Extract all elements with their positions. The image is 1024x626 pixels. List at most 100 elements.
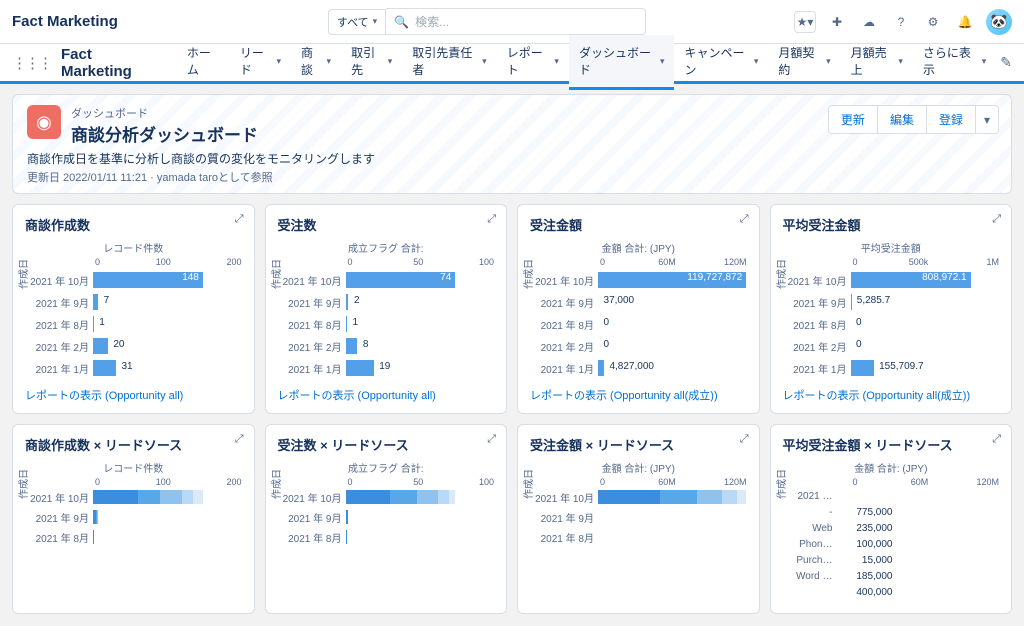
bar-row: 2021 年 8月1 xyxy=(25,313,242,335)
expand-icon[interactable]: ⤢ xyxy=(740,213,749,226)
stacked-row: 2021 年 8月 xyxy=(278,527,495,547)
dashboard-description: 商談作成日を基準に分析し商談の質の変化をモニタリングします xyxy=(27,150,997,167)
bar-row: 2021 年 10月148 xyxy=(25,269,242,291)
dashboard-card-c6: 受注数 × リードソース⤢成立フラグ 合計:050100作成日2021 年 10… xyxy=(265,424,508,614)
card-title: 受注数 × リードソース xyxy=(278,435,495,454)
expand-icon[interactable]: ⤢ xyxy=(487,213,496,226)
dashboard-card-c1: 商談作成数⤢レコード件数0100200作成日2021 年 10月1482021 … xyxy=(12,204,255,414)
favorite-icon[interactable]: ★▾ xyxy=(794,11,816,33)
dashboard-header: ◉ ダッシュボード 商談分析ダッシュボード 商談作成日を基準に分析し商談の質の変… xyxy=(12,94,1012,194)
nav-tab-1[interactable]: リード▾ xyxy=(230,35,291,90)
bar-row: 2021 年 1月155,709.7 xyxy=(783,357,1000,379)
chevron-down-icon: ▾ xyxy=(826,56,831,67)
card-title: 受注金額 xyxy=(530,215,747,234)
view-report-link[interactable]: レポートの表示 (Opportunity all) xyxy=(278,387,436,403)
bar-row: 2021 年 2月0 xyxy=(783,335,1000,357)
bar-row: 2021 年 10月119,727,872 xyxy=(530,269,747,291)
bar-row: 2021 年 8月1 xyxy=(278,313,495,335)
user-avatar[interactable]: 🐼 xyxy=(986,9,1012,35)
notification-bell-icon[interactable]: 🔔 xyxy=(954,11,976,33)
salesforce-icon[interactable]: ☁ xyxy=(858,11,880,33)
bar-row: 2021 年 10月808,972.1 xyxy=(783,269,1000,291)
expand-icon[interactable]: ⤢ xyxy=(740,433,749,446)
card-title: 平均受注金額 xyxy=(783,215,1000,234)
dashboard-icon: ◉ xyxy=(27,105,61,139)
bar-row: 2021 年 1月19 xyxy=(278,357,495,379)
bar-row: 2021 年 2月8 xyxy=(278,335,495,357)
expand-icon[interactable]: ⤢ xyxy=(992,433,1001,446)
chevron-down-icon: ▾ xyxy=(276,56,281,67)
expand-icon[interactable]: ⤢ xyxy=(235,213,244,226)
nav-tab-8[interactable]: 月額契約▾ xyxy=(768,35,840,90)
card-title: 受注数 xyxy=(278,215,495,234)
dashboard-card-c5: 商談作成数 × リードソース⤢レコード件数0100200作成日2021 年 10… xyxy=(12,424,255,614)
dashboard-card-c8: 平均受注金額 × リードソース⤢金額 合計: (JPY)060M120M作成日2… xyxy=(770,424,1013,614)
nav-tab-9[interactable]: 月額売上▾ xyxy=(841,35,913,90)
nav-tab-5[interactable]: レポート▾ xyxy=(497,35,569,90)
nav-tab-4[interactable]: 取引先責任者▾ xyxy=(402,35,496,90)
chevron-down-icon: ▾ xyxy=(482,56,487,67)
view-report-link[interactable]: レポートの表示 (Opportunity all) xyxy=(25,387,183,403)
edit-pencil-icon[interactable]: ✎ xyxy=(1000,54,1012,71)
app-launcher-icon[interactable]: ⋮⋮⋮ xyxy=(12,54,51,72)
chevron-down-icon: ▾ xyxy=(554,56,559,67)
nav-tab-10[interactable]: さらに表示▾ xyxy=(913,35,996,90)
stacked-row: 2021 年 10月 xyxy=(530,487,747,507)
expand-icon[interactable]: ⤢ xyxy=(235,433,244,446)
card-title: 商談作成数 × リードソース xyxy=(25,435,242,454)
stacked-row: 2021 年 10月 xyxy=(25,487,242,507)
chevron-down-icon: ▾ xyxy=(754,56,759,67)
app-nav: ⋮⋮⋮ Fact Marketing ホームリード▾商談▾取引先▾取引先責任者▾… xyxy=(0,44,1024,84)
card-title: 商談作成数 xyxy=(25,215,242,234)
nav-tab-0[interactable]: ホーム xyxy=(177,35,230,90)
refresh-button[interactable]: 更新 xyxy=(829,106,878,133)
bar-row: 2021 年 9月7 xyxy=(25,291,242,313)
bar-row: 2021 年 8月0 xyxy=(783,313,1000,335)
expand-icon[interactable]: ⤢ xyxy=(487,433,496,446)
global-search-input[interactable]: 🔍 検索... xyxy=(386,8,646,35)
search-scope-dropdown[interactable]: すべて xyxy=(328,9,386,35)
org-name: Fact Marketing xyxy=(12,13,118,30)
stacked-row: 2021 年 9月 xyxy=(278,507,495,527)
card-title: 受注金額 × リードソース xyxy=(530,435,747,454)
stacked-row: 2021 年 9月 xyxy=(25,507,242,527)
add-icon[interactable]: ✚ xyxy=(826,11,848,33)
nav-tab-6[interactable]: ダッシュボード▾ xyxy=(569,35,675,90)
chevron-down-icon: ▾ xyxy=(898,56,903,67)
more-actions-button[interactable]: ▾ xyxy=(976,106,998,133)
nav-tab-3[interactable]: 取引先▾ xyxy=(341,35,402,90)
bar-row: 2021 年 10月74 xyxy=(278,269,495,291)
chevron-down-icon: ▾ xyxy=(327,56,332,67)
dashboard-card-c2: 受注数⤢成立フラグ 合計:050100作成日2021 年 10月742021 年… xyxy=(265,204,508,414)
bar-row: 2021 年 2月20 xyxy=(25,335,242,357)
bar-row: 2021 年 9月2 xyxy=(278,291,495,313)
header-subtype: ダッシュボード xyxy=(71,105,258,121)
bar-row: 2021 年 1月4,827,000 xyxy=(530,357,747,379)
view-report-link[interactable]: レポートの表示 (Opportunity all(成立)) xyxy=(783,387,971,403)
stacked-row: 2021 年 8月 xyxy=(530,527,747,547)
setup-gear-icon[interactable]: ⚙ xyxy=(922,11,944,33)
dashboard-actions: 更新 編集 登録 ▾ xyxy=(828,105,999,134)
nav-tab-7[interactable]: キャンペーン▾ xyxy=(674,35,768,90)
header-utility-icons: ★▾ ✚ ☁ ? ⚙ 🔔 🐼 xyxy=(794,9,1012,35)
bar-row: 2021 年 1月31 xyxy=(25,357,242,379)
search-icon: 🔍 xyxy=(394,15,409,29)
view-report-link[interactable]: レポートの表示 (Opportunity all(成立)) xyxy=(530,387,718,403)
bar-row: 2021 年 2月0 xyxy=(530,335,747,357)
expand-icon[interactable]: ⤢ xyxy=(992,213,1001,226)
stacked-row: 2021 年 9月 xyxy=(530,507,747,527)
help-icon[interactable]: ? xyxy=(890,11,912,33)
stacked-row: 2021 年 10月 xyxy=(278,487,495,507)
bar-row: 2021 年 8月0 xyxy=(530,313,747,335)
subscribe-button[interactable]: 登録 xyxy=(927,106,976,133)
dashboard-last-updated: 更新日 2022/01/11 11:21 · yamada taroとして参照 xyxy=(27,169,997,185)
chevron-down-icon: ▾ xyxy=(982,56,987,67)
card-title: 平均受注金額 × リードソース xyxy=(783,435,1000,454)
dashboard-card-c4: 平均受注金額⤢平均受注金額0500k1M作成日2021 年 10月808,972… xyxy=(770,204,1013,414)
bar-row: 2021 年 9月37,000 xyxy=(530,291,747,313)
bar-row: 2021 年 9月5,285.7 xyxy=(783,291,1000,313)
stacked-row: 2021 年 8月 xyxy=(25,527,242,547)
dashboard-card-c7: 受注金額 × リードソース⤢金額 合計: (JPY)060M120M作成日202… xyxy=(517,424,760,614)
nav-tab-2[interactable]: 商談▾ xyxy=(291,35,341,90)
edit-button[interactable]: 編集 xyxy=(878,106,927,133)
